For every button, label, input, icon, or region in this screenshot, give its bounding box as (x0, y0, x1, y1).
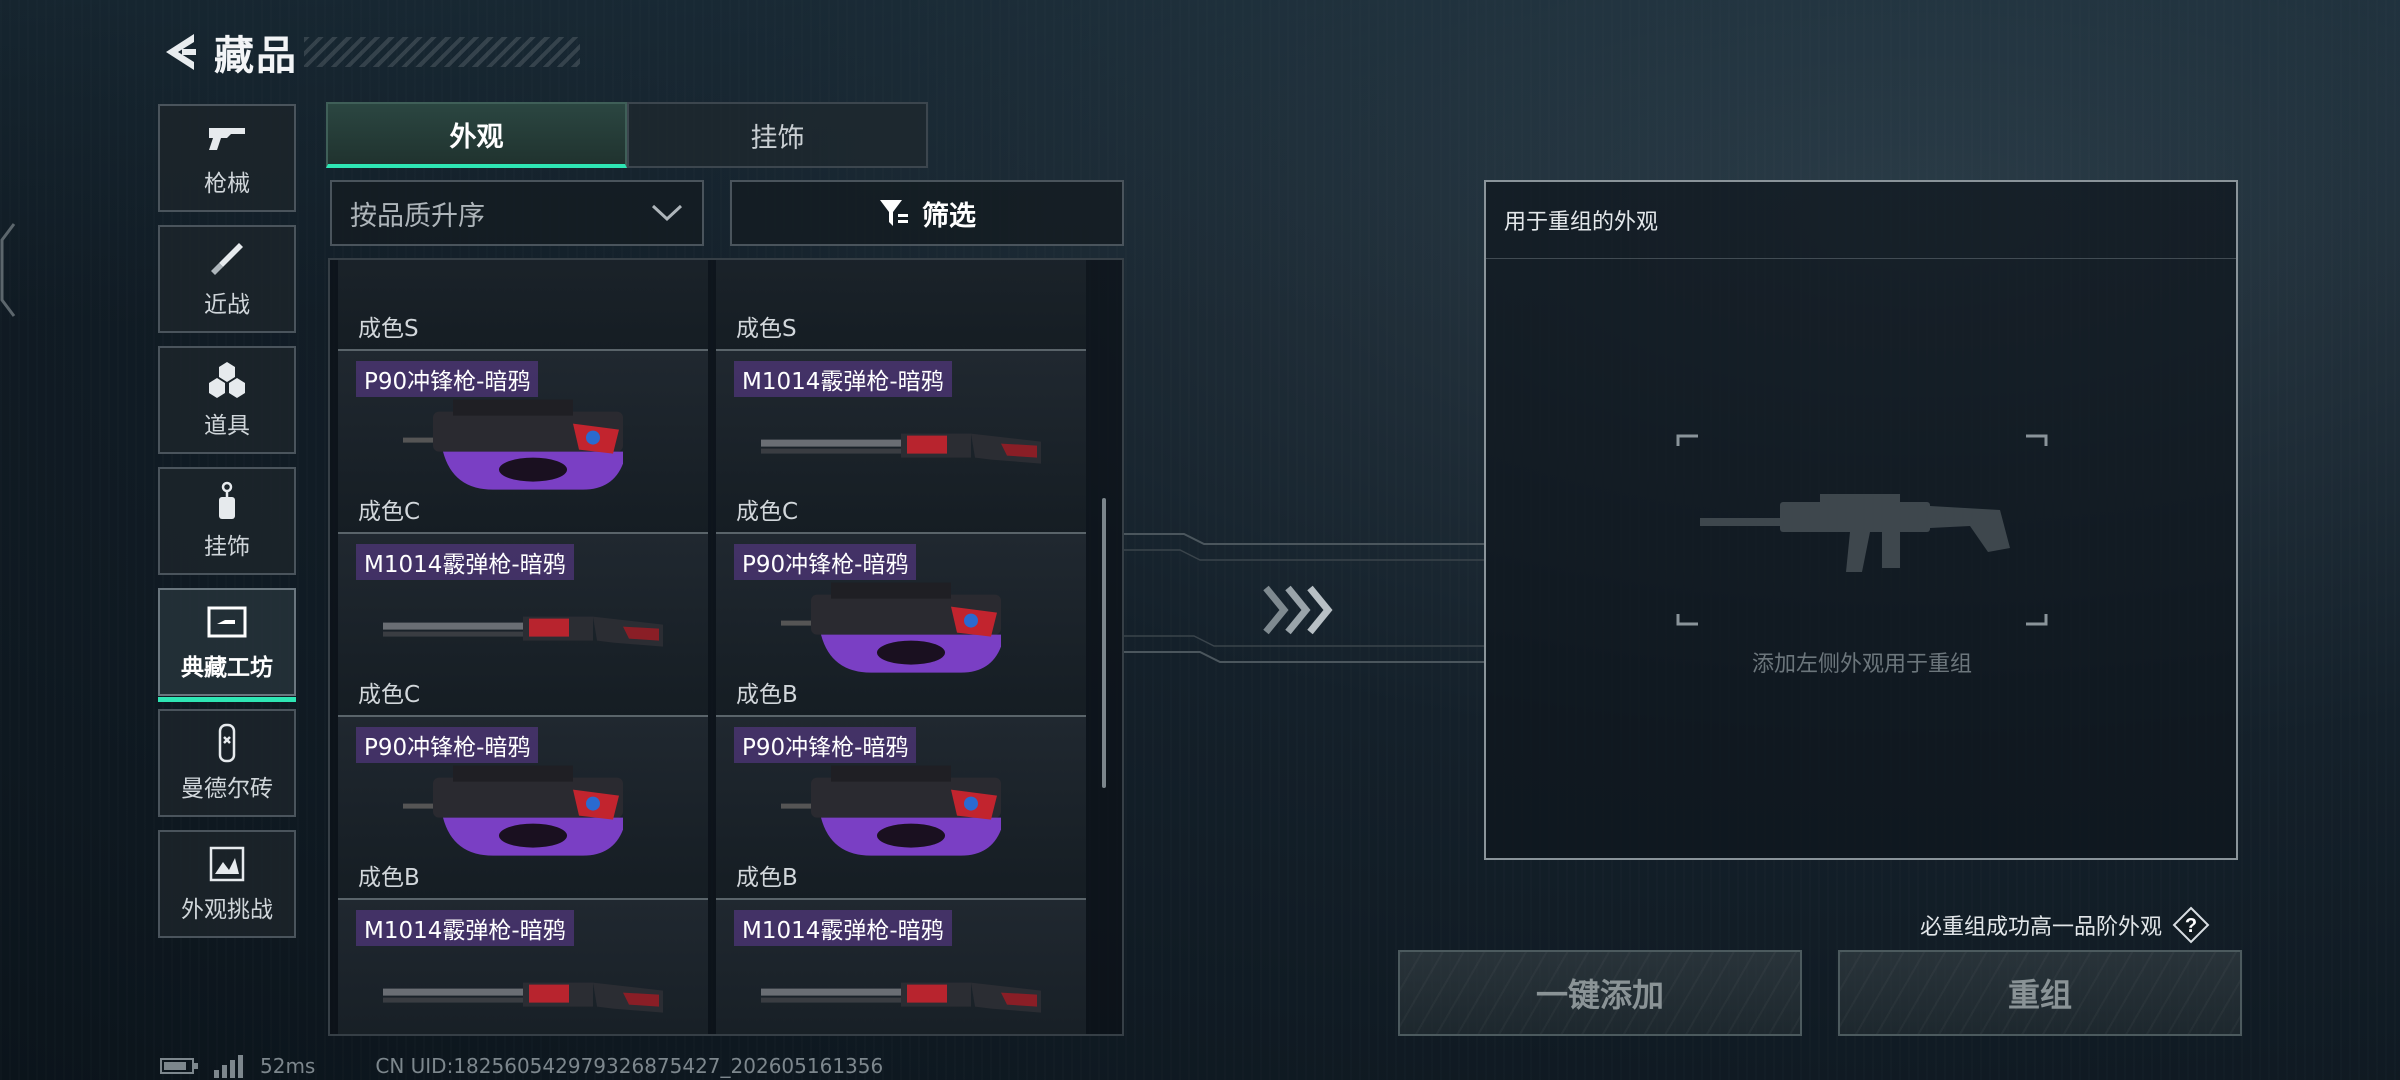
skin-card[interactable]: M1014霰弹枪-暗鸦成色C (716, 351, 1086, 534)
tab-appearance[interactable]: 外观 (326, 102, 627, 168)
skin-grade: 成色S (358, 316, 419, 342)
nav-item-mandel-brick[interactable]: 曼德尔砖 (158, 709, 296, 817)
filter-icon (880, 200, 908, 226)
skin-grade: 成色C (358, 499, 421, 525)
brick-icon (205, 723, 249, 763)
p90-icon (403, 399, 623, 490)
skin-list: 成色S 成色S P90冲锋枪-暗鸦 成色C M1014霰弹枪-暗鸦 成色C M1014霰弹枪… (328, 258, 1124, 1036)
signal-icon (214, 1055, 243, 1078)
p90-icon (403, 765, 623, 856)
recombine-slot[interactable]: 添加左侧外观用于重组 (1639, 432, 2085, 702)
sort-dropdown[interactable]: 按品质升序 (330, 180, 704, 246)
skin-card[interactable]: 成色S (716, 260, 1086, 351)
knife-icon (205, 239, 249, 279)
nav-label: 近战 (204, 292, 250, 318)
charm-icon (205, 481, 249, 521)
battery-icon (160, 1058, 198, 1074)
guarantee-text: 必重组成功高一品阶外观 (1920, 915, 2163, 940)
nav-label: 外观挑战 (181, 897, 273, 923)
recombine-button[interactable]: 重组 (1838, 950, 2242, 1036)
back-arrow-icon (166, 34, 196, 70)
filter-button[interactable]: 筛选 (730, 180, 1124, 246)
shotgun-icon (761, 433, 1041, 464)
slot-frame (1639, 434, 2085, 626)
nav-item-charms[interactable]: 挂饰 (158, 467, 296, 575)
skin-grade: 成色C (358, 682, 421, 708)
chevron-down-icon (651, 204, 683, 222)
gun-icon (205, 118, 249, 158)
skin-card[interactable]: P90冲锋枪-暗鸦成色B (338, 717, 708, 900)
skin-name: P90冲锋枪-暗鸦 (356, 361, 539, 397)
skin-card[interactable]: P90冲锋枪-暗鸦成色B (716, 534, 1086, 717)
shotgun-icon (761, 982, 1041, 1013)
nav-item-workshop[interactable]: 典藏工坊 (158, 588, 296, 702)
skin-grade: 成色S (736, 316, 797, 342)
add-all-button[interactable]: 一键添加 (1398, 950, 1802, 1036)
skin-name: P90冲锋枪-暗鸦 (734, 544, 917, 580)
recombine-label: 重组 (2007, 976, 2072, 1014)
skin-card[interactable]: P90冲锋枪-暗鸦成色C (338, 351, 708, 534)
guarantee-note: 必重组成功高一品阶外观 ? (1920, 906, 2210, 944)
help-icon[interactable]: ? (2172, 906, 2210, 944)
skin-name: M1014霰弹枪-暗鸦 (356, 544, 574, 580)
sort-value: 按品质升序 (350, 200, 485, 232)
nav-item-challenge[interactable]: 外观挑战 (158, 830, 296, 938)
tab-bar: 外观 挂饰 (326, 102, 928, 168)
skin-name: M1014霰弹枪-暗鸦 (734, 910, 952, 946)
divider (1486, 258, 2236, 259)
skin-name: P90冲锋枪-暗鸦 (356, 727, 539, 763)
p90-icon (781, 582, 1001, 673)
skin-grade: 成色C (736, 499, 799, 525)
rifle-silhouette-icon (1700, 494, 2010, 572)
slot-hint: 添加左侧外观用于重组 (1751, 652, 1972, 677)
recombine-panel: 用于重组的外观 添加左侧外观用于重组 (1484, 180, 2238, 860)
challenge-icon (205, 844, 249, 884)
nav-item-guns[interactable]: 枪械 (158, 104, 296, 212)
nav-label: 枪械 (204, 171, 250, 197)
status-bar: 52ms CN UID:18256054297932687542​7_20260… (160, 1052, 883, 1080)
skin-grade: 成色B (736, 682, 798, 708)
skin-grade: 成色B (358, 865, 420, 891)
nav-item-melee[interactable]: 近战 (158, 225, 296, 333)
nav-item-items[interactable]: 道具 (158, 346, 296, 454)
title-decoration (304, 37, 580, 67)
skin-card[interactable]: M1014霰弹枪-暗鸦 (716, 900, 1086, 1034)
nav-label: 典藏工坊 (181, 655, 273, 681)
skin-card[interactable]: P90冲锋枪-暗鸦成色B (716, 717, 1086, 900)
back-button[interactable] (160, 30, 200, 74)
workshop-icon (205, 602, 249, 642)
scrollbar-thumb[interactable] (1102, 498, 1106, 788)
skin-name: M1014霰弹枪-暗鸦 (356, 910, 574, 946)
skin-name: P90冲锋枪-暗鸦 (734, 727, 917, 763)
p90-icon (781, 765, 1001, 856)
page-title: 藏品 (214, 33, 298, 79)
items-icon (205, 360, 249, 400)
header: 藏品 (160, 22, 580, 82)
recombine-title: 用于重组的外观 (1504, 210, 1659, 235)
shotgun-icon (383, 982, 663, 1013)
svg-text:?: ? (2185, 915, 2197, 937)
skin-name: M1014霰弹枪-暗鸦 (734, 361, 952, 397)
skin-grade: 成色B (736, 865, 798, 891)
nav-label: 挂饰 (204, 534, 250, 560)
category-nav: 枪械 近战 道具 挂饰 典藏工坊 曼德尔砖 外观挑战 (158, 104, 296, 951)
shotgun-icon (383, 616, 663, 647)
tab-charms[interactable]: 挂饰 (627, 102, 928, 168)
nav-label: 道具 (204, 413, 250, 439)
ping-value: 52ms (260, 1054, 316, 1078)
left-edge-bracket (0, 222, 18, 318)
filter-label: 筛选 (922, 200, 976, 232)
nav-label: 曼德尔砖 (181, 776, 273, 802)
arrow-chevrons-icon (1263, 585, 1333, 635)
skin-card[interactable]: M1014霰弹枪-暗鸦成色C (338, 534, 708, 717)
skin-grid: 成色S 成色S P90冲锋枪-暗鸦 成色C M1014霰弹枪-暗鸦 成色C M1014霰弹枪… (338, 260, 1108, 1034)
skin-card[interactable]: 成色S (338, 260, 708, 351)
skin-card[interactable]: M1014霰弹枪-暗鸦 (338, 900, 708, 1034)
add-all-label: 一键添加 (1535, 976, 1664, 1014)
user-uid: CN UID:18256054297932687542​7_2026051613… (375, 1054, 884, 1078)
